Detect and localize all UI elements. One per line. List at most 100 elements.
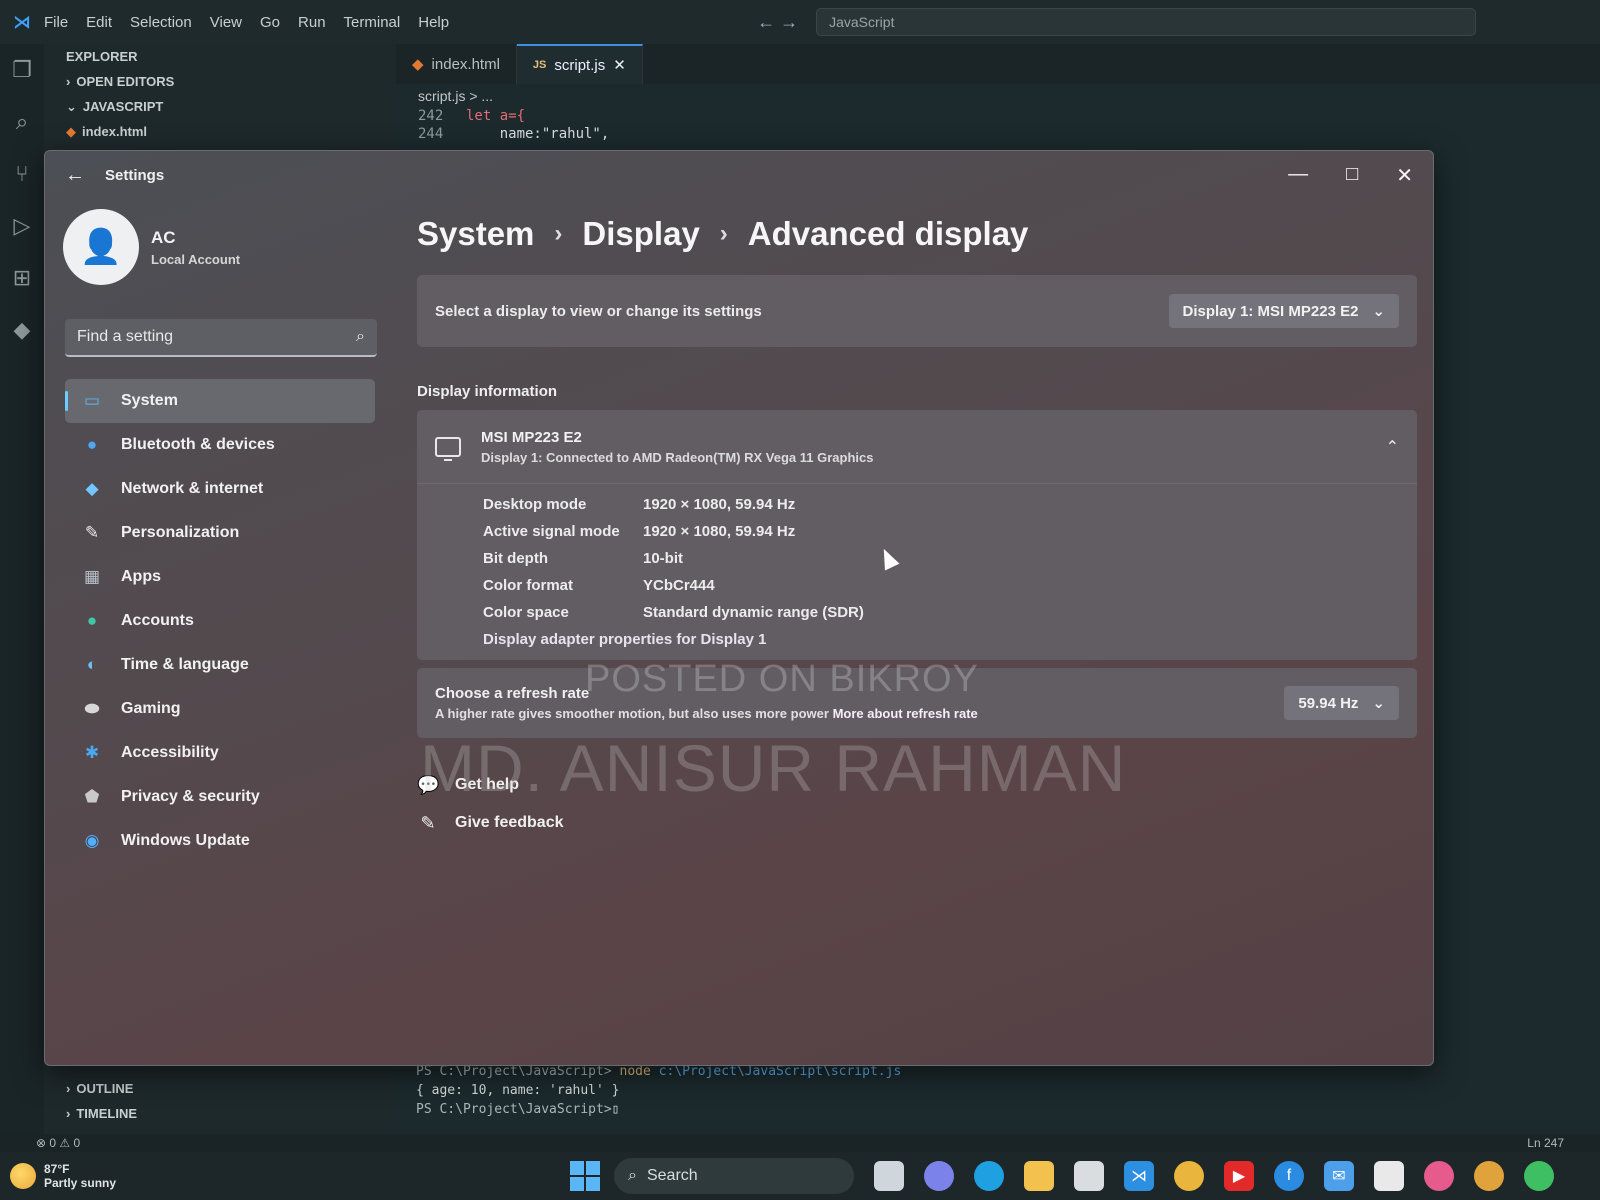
vscode-taskbar-icon[interactable]: ⋊	[1124, 1161, 1154, 1191]
nav-item-windows-update[interactable]: ◉ Windows Update	[65, 819, 375, 863]
chevron-up-icon[interactable]: ⌃	[1386, 437, 1399, 457]
info-row: Bit depth 10-bit	[483, 550, 1417, 577]
refresh-rate-dropdown[interactable]: 59.94 Hz ⌄	[1284, 686, 1399, 720]
menu-selection[interactable]: Selection	[130, 14, 192, 31]
nav-item-personalization[interactable]: ✎ Personalization	[65, 511, 375, 555]
chevron-down-icon: ⌄	[1372, 695, 1385, 712]
nav-back-forward-icon[interactable]: ← →	[757, 12, 798, 33]
source-control-icon[interactable]: ⑂	[0, 148, 44, 200]
tab-index-html[interactable]: ◆ index.html	[396, 44, 517, 84]
outline-section[interactable]: › OUTLINE	[44, 1076, 396, 1101]
monitor-icon: ▭	[83, 391, 101, 410]
nav-item-system[interactable]: ▭ System	[65, 379, 375, 423]
terminal-line: PS C:\Project\JavaScript> node c:\Projec…	[416, 1064, 1580, 1083]
breadcrumb: System › Display › Advanced display	[417, 215, 1417, 253]
files-icon[interactable]: ❐	[0, 44, 44, 96]
info-label: Color space	[483, 604, 569, 621]
nav-item-label: Bluetooth & devices	[121, 436, 275, 453]
start-button[interactable]	[570, 1161, 600, 1191]
file-item[interactable]: ◆ index.html	[44, 119, 396, 144]
wifi-icon: ◆	[85, 479, 99, 498]
find-setting-input[interactable]: Find a setting ⌕	[65, 319, 377, 357]
photos-icon[interactable]	[1424, 1161, 1454, 1191]
youtube-icon[interactable]: ▶	[1224, 1161, 1254, 1191]
minimize-icon[interactable]: —	[1288, 163, 1308, 188]
shield-icon: ⬟	[84, 787, 100, 806]
terminal-panel[interactable]: PS C:\Project\JavaScript> node c:\Projec…	[396, 1060, 1600, 1132]
line-number: 244	[418, 126, 444, 142]
taskbar-search[interactable]: ⌕ Search	[614, 1158, 854, 1194]
vscode-logo-icon: ⋊	[13, 11, 31, 32]
display-dropdown[interactable]: Display 1: MSI MP223 E2 ⌄	[1168, 294, 1399, 328]
problems-status[interactable]: ⊗ 0 ⚠ 0	[36, 1136, 80, 1150]
folder-section[interactable]: ⌄ JAVASCRIPT	[44, 94, 396, 119]
give-feedback-link[interactable]: ✎ Give feedback	[417, 806, 1417, 840]
edge-icon[interactable]	[974, 1161, 1004, 1191]
facebook-icon[interactable]: f	[1274, 1161, 1304, 1191]
notes-icon[interactable]	[1374, 1161, 1404, 1191]
menu-edit[interactable]: Edit	[86, 14, 112, 31]
menu-view[interactable]: View	[210, 14, 242, 31]
adapter-properties-link[interactable]: Display adapter properties for Display 1	[483, 631, 1417, 658]
menu-file[interactable]: File	[44, 14, 68, 31]
mail-icon[interactable]: ✉	[1324, 1161, 1354, 1191]
display-info-text: MSI MP223 E2 Display 1: Connected to AMD…	[481, 429, 873, 465]
nav-item-label: Apps	[121, 568, 161, 585]
terminal-arg: c:\Project\JavaScript\script.js	[658, 1064, 902, 1079]
code-line: 242 let a={	[396, 108, 1600, 126]
breadcrumb-display[interactable]: Display	[582, 215, 699, 253]
nav-item-network-internet[interactable]: ◆ Network & internet	[65, 467, 375, 511]
search-icon[interactable]: ⌕	[0, 96, 44, 148]
file-explorer-icon[interactable]	[1024, 1161, 1054, 1191]
chat-icon[interactable]	[924, 1161, 954, 1191]
nav-item-privacy-security[interactable]: ⬟ Privacy & security	[65, 775, 375, 819]
timeline-section[interactable]: › TIMELINE	[44, 1101, 396, 1126]
store-icon[interactable]	[1074, 1161, 1104, 1191]
run-debug-icon[interactable]: ▷	[0, 200, 44, 252]
chrome-icon[interactable]	[1174, 1161, 1204, 1191]
accessibility-icon: ✱	[84, 743, 100, 762]
open-editors-section[interactable]: › OPEN EDITORS	[44, 69, 396, 94]
tab-script-js[interactable]: JS script.js ✕	[516, 44, 643, 84]
maximize-icon[interactable]: □	[1346, 163, 1358, 188]
file-label: index.html	[82, 124, 148, 139]
nav-item-label: Personalization	[121, 524, 240, 541]
weather-temp: 87°F	[44, 1162, 70, 1176]
windows-taskbar: 87°F Partly sunny ⌕ Search ⋊ ▶ f ✉	[0, 1152, 1600, 1200]
info-value: 1920 × 1080, 59.94 Hz	[643, 496, 796, 513]
search-icon: ⌕	[628, 1167, 637, 1184]
python-icon[interactable]: ◆	[0, 304, 44, 356]
chrome-profile-icon[interactable]	[1474, 1161, 1504, 1191]
refresh-rate-desc-text: A higher rate gives smoother motion, but…	[435, 706, 829, 721]
weather-widget[interactable]: 87°F Partly sunny	[0, 1162, 200, 1190]
menu-help[interactable]: Help	[418, 14, 449, 31]
nav-item-label: Time & language	[121, 656, 249, 673]
close-icon[interactable]: ✕	[613, 56, 626, 74]
nav-item-gaming[interactable]: ⬬ Gaming	[65, 687, 375, 731]
terminal-prompt: PS C:\Project\JavaScript>	[416, 1064, 612, 1079]
breadcrumb-system[interactable]: System	[417, 215, 534, 253]
menu-go[interactable]: Go	[260, 14, 280, 31]
profile-section[interactable]: 👤 AC Local Account	[45, 199, 395, 295]
spotify-icon[interactable]	[1524, 1161, 1554, 1191]
display-info-header[interactable]: MSI MP223 E2 Display 1: Connected to AMD…	[417, 410, 1417, 484]
back-arrow-icon[interactable]: ←	[65, 164, 91, 187]
cursor-position-status[interactable]: Ln 247	[1527, 1136, 1564, 1150]
refresh-rate-link[interactable]: More about refresh rate	[833, 706, 978, 721]
close-icon[interactable]: ✕	[1396, 163, 1413, 188]
info-label: Active signal mode	[483, 523, 620, 540]
menu-terminal[interactable]: Terminal	[344, 14, 401, 31]
nav-item-bluetooth-devices[interactable]: ● Bluetooth & devices	[65, 423, 375, 467]
command-center[interactable]: JavaScript	[816, 8, 1477, 36]
nav-item-accounts[interactable]: ● Accounts	[65, 599, 375, 643]
find-setting-placeholder: Find a setting	[77, 328, 174, 345]
settings-titlebar: ← Settings — □ ✕	[45, 151, 1433, 199]
nav-item-label: Network & internet	[121, 480, 264, 497]
menu-run[interactable]: Run	[298, 14, 326, 31]
nav-item-accessibility[interactable]: ✱ Accessibility	[65, 731, 375, 775]
task-view-icon[interactable]	[874, 1161, 904, 1191]
info-row: Color space Standard dynamic range (SDR)	[483, 604, 1417, 631]
nav-item-time-language[interactable]: ◐ Time & language	[65, 643, 375, 687]
extensions-icon[interactable]: ⊞	[0, 252, 44, 304]
nav-item-apps[interactable]: ▦ Apps	[65, 555, 375, 599]
